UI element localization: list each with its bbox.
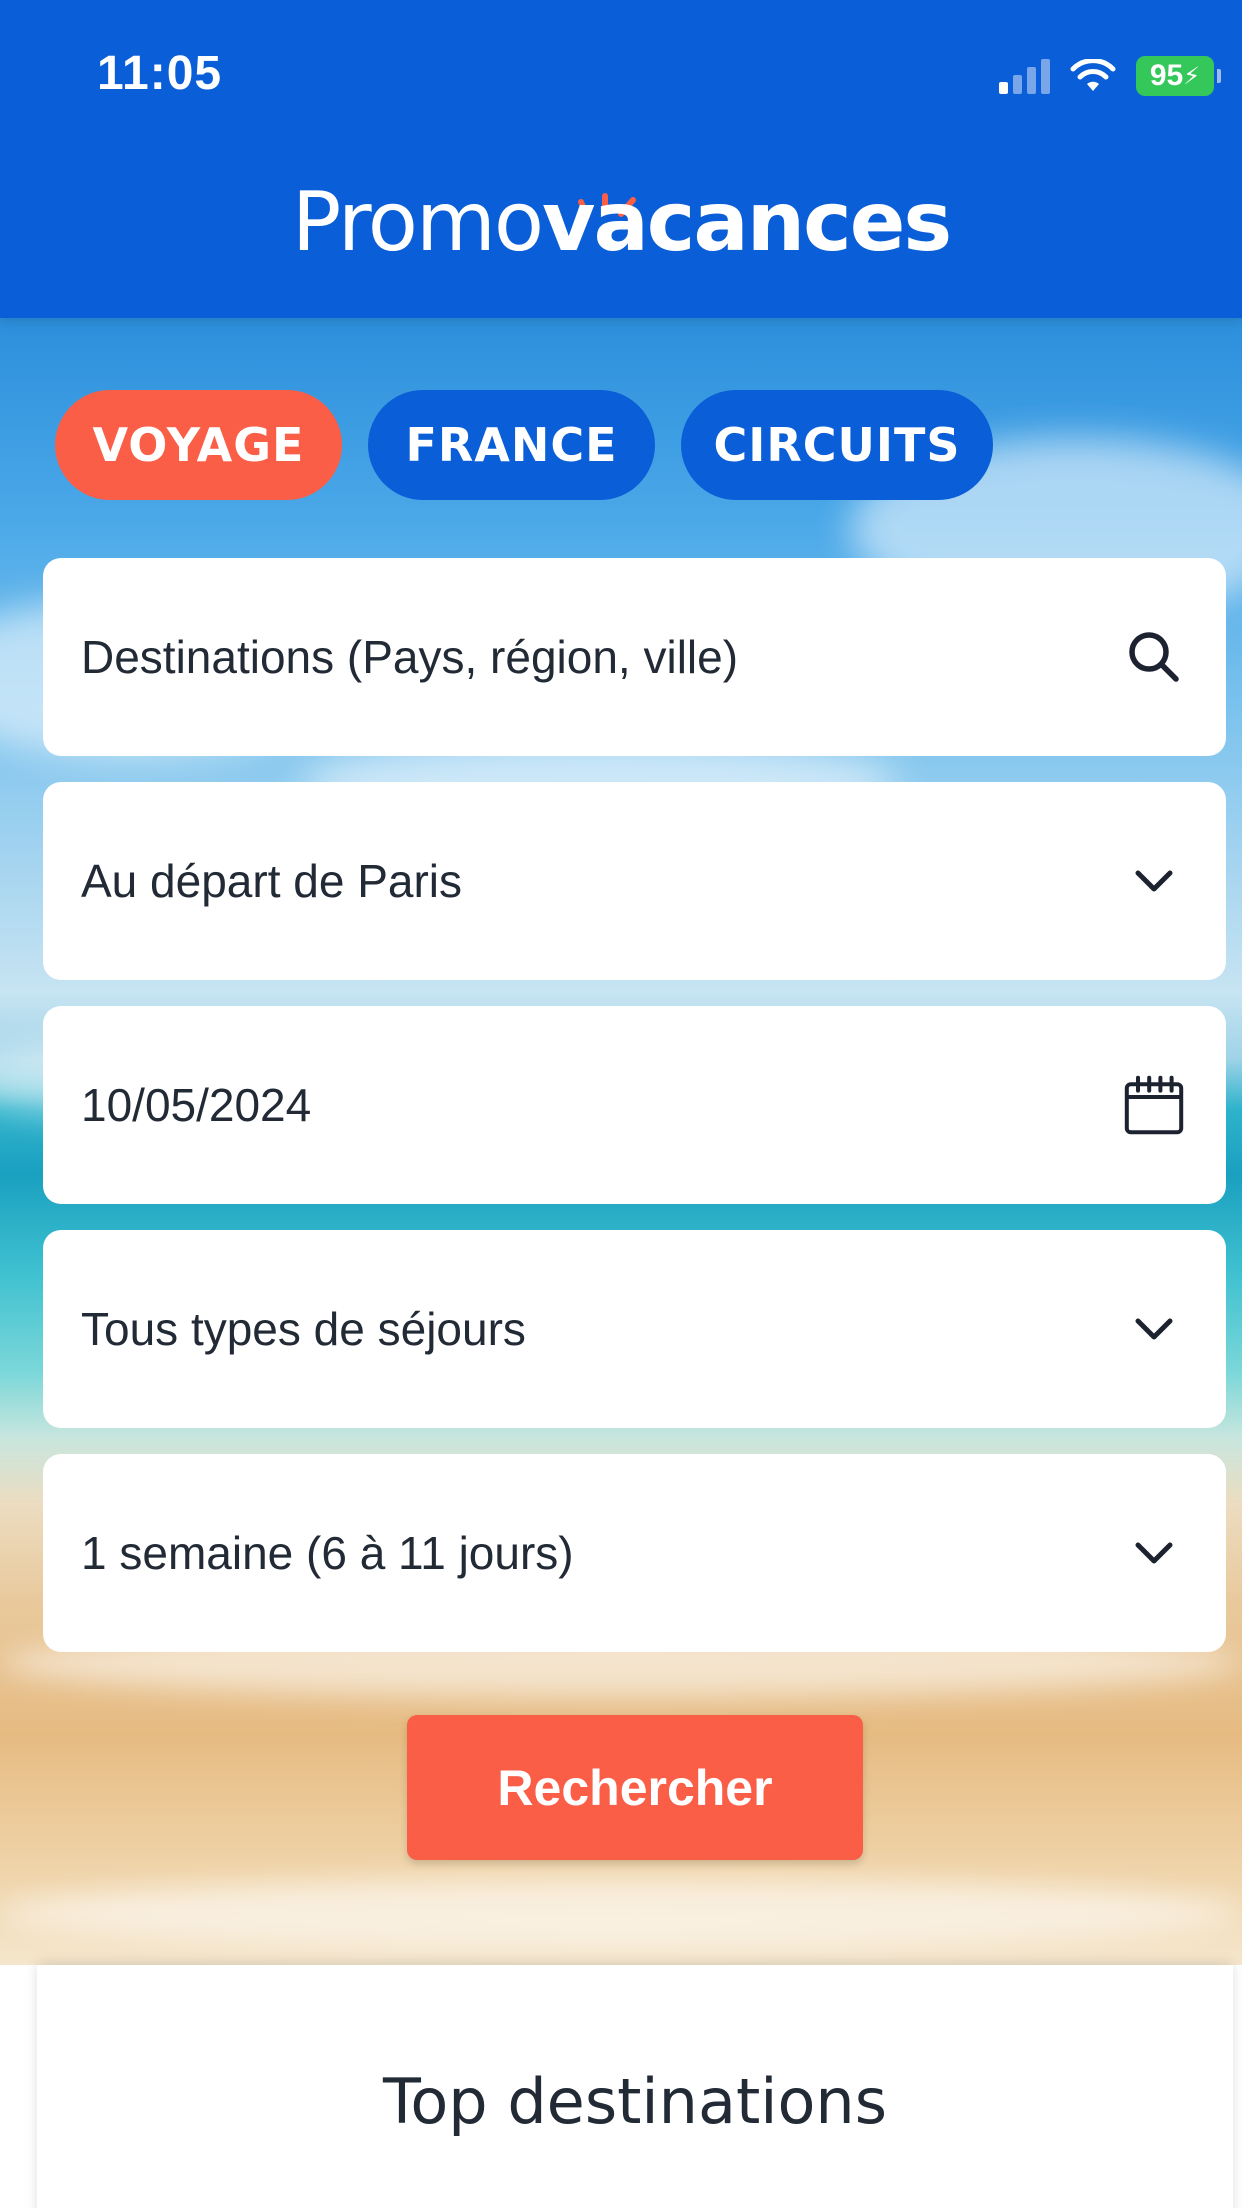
destination-search-field[interactable]: Destinations (Pays, région, ville): [43, 558, 1226, 756]
logo-text-light: Promo: [291, 175, 544, 270]
battery-icon: 95 ⚡: [1136, 56, 1221, 96]
logo-text-bold: vacances: [542, 175, 952, 270]
duration-value: 1 semaine (6 à 11 jours): [81, 1527, 574, 1579]
top-destinations-card: Top destinations: [37, 1965, 1233, 2208]
stay-type-value: Tous types de séjours: [81, 1303, 526, 1355]
app-header: 11:05 95 ⚡ Promovacances: [0, 0, 1242, 318]
calendar-icon[interactable]: [1122, 1073, 1186, 1137]
section-title: Top destinations: [382, 2065, 888, 2138]
departure-select[interactable]: Au départ de Paris: [43, 782, 1226, 980]
date-field[interactable]: 10/05/2024: [43, 1006, 1226, 1204]
date-value: 10/05/2024: [81, 1079, 312, 1131]
chevron-down-icon: [1122, 1521, 1186, 1585]
status-time: 11:05: [97, 47, 223, 100]
tab-circuits[interactable]: CIRCUITS: [681, 390, 993, 500]
chevron-down-icon: [1122, 849, 1186, 913]
stay-type-select[interactable]: Tous types de séjours: [43, 1230, 1226, 1428]
duration-select[interactable]: 1 semaine (6 à 11 jours): [43, 1454, 1226, 1652]
tab-france[interactable]: FRANCE: [368, 390, 655, 500]
wifi-icon: [1070, 59, 1116, 91]
signal-icon: [999, 58, 1050, 94]
chevron-down-icon: [1122, 1297, 1186, 1361]
battery-level: 95: [1149, 59, 1184, 92]
departure-value: Au départ de Paris: [81, 855, 463, 907]
destination-placeholder: Destinations (Pays, région, ville): [81, 631, 739, 683]
tab-voyage[interactable]: VOYAGE: [55, 390, 342, 500]
brand-logo[interactable]: Promovacances: [0, 175, 1242, 270]
search-button[interactable]: Rechercher: [407, 1715, 863, 1860]
status-icons: 95 ⚡: [999, 56, 1221, 96]
search-icon[interactable]: [1122, 625, 1186, 689]
trip-type-tabs: VOYAGE FRANCE CIRCUITS: [55, 390, 993, 500]
